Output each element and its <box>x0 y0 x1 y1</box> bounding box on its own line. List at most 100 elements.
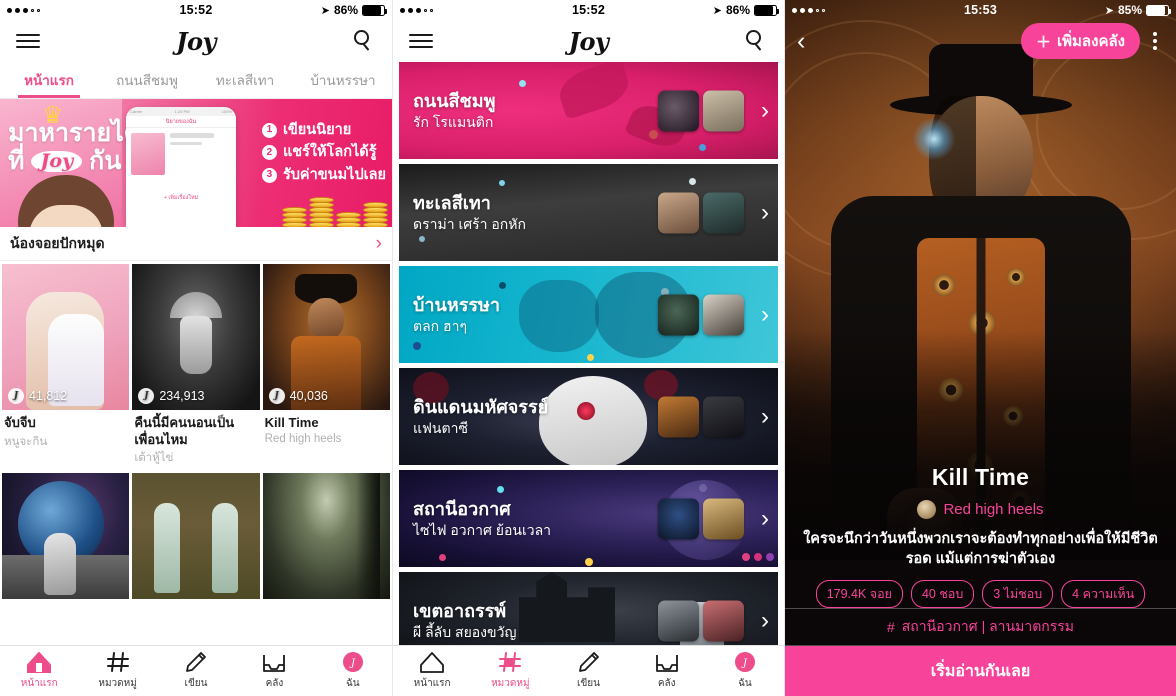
category-banner-gray-sea[interactable]: ทะเลสีเทา ดราม่า เศร้า อกหัก › <box>399 164 778 261</box>
stat-dislike: 3 ไม่ชอบ <box>982 580 1054 608</box>
search-icon[interactable] <box>746 30 768 52</box>
thumbnail <box>703 192 744 233</box>
bottom-nav-home[interactable]: หน้าแรก <box>393 646 471 696</box>
bottom-nav-profile[interactable]: J ฉัน <box>314 646 392 696</box>
bottom-nav-write[interactable]: เขียน <box>549 646 627 696</box>
battery-icon <box>362 4 387 16</box>
category-banner-pink-street[interactable]: ถนนสีชมพู รัก โรแมนติก › <box>399 62 778 159</box>
mockup-meta <box>170 133 214 175</box>
story-cover: J 234,913 <box>132 264 260 410</box>
category-text: บ้านหรรษา ตลก ฮาๆ <box>399 294 500 335</box>
category-thumbnails <box>658 90 744 131</box>
story-card[interactable] <box>132 473 260 600</box>
status-right: ➤ 85% <box>1104 3 1171 17</box>
tab-fun-house[interactable]: บ้านหรรษา <box>294 62 392 98</box>
hashtag-icon: # <box>886 619 895 635</box>
three-phone-screenshots: 15:52 ➤ 86% Joy หน้าแรก ถนนสีชมพู ทะเลสี… <box>0 0 1176 696</box>
story-author-row[interactable]: Red high heels <box>797 500 1164 519</box>
story-author: หนูจะกิน <box>4 435 48 448</box>
section-header-pinned[interactable]: น้องจอยปักหมุด › <box>0 227 392 261</box>
thumbnail <box>658 498 699 539</box>
bottom-nav-label: หมวดหมู่ <box>491 678 530 689</box>
story-cover <box>132 473 260 600</box>
category-thumbnails <box>658 498 744 539</box>
status-bar-1: 15:52 ➤ 86% <box>0 0 392 20</box>
mockup-thumb <box>131 133 165 175</box>
category-thumbnails <box>658 396 744 437</box>
screen-categories: 15:52 ➤ 86% Joy ถนนสีชมพู รัก โรแมนติก ›… <box>392 0 784 696</box>
chevron-left-icon[interactable]: ‹ <box>797 28 805 54</box>
stat-joy: 179.4K จอย <box>815 580 903 608</box>
tab-home[interactable]: หน้าแรก <box>0 62 98 98</box>
promo-brand-bubble: Joy <box>31 150 83 173</box>
category-banner-fantasy[interactable]: ดินแดนมหัศจรรย์ แฟนตาซี › <box>399 368 778 465</box>
step-number: 1 <box>261 122 277 138</box>
bottom-nav-categories[interactable]: หมวดหมู่ <box>471 646 549 696</box>
story-title: คืนนี้มีคนนอนเป็นเพื่อนไหม <box>134 415 235 447</box>
add-to-library-button[interactable]: ＋ เพิ่มลงคลัง <box>1021 23 1140 59</box>
mockup-battery: 100% <box>221 109 232 114</box>
chevron-right-icon[interactable]: › <box>761 506 769 531</box>
bottom-nav-2: หน้าแรก หมวดหมู่ เขียน คลัง J ฉัน <box>393 645 784 696</box>
category-text: สถานีอวกาศ ไซไฟ อวกาศ ย้อนเวลา <box>399 498 551 539</box>
bottom-nav-label: หน้าแรก <box>413 678 451 689</box>
category-thumbnails <box>658 600 744 641</box>
story-grid-row-2 <box>0 473 392 600</box>
profile-icon: J <box>734 651 756 673</box>
thumbnail <box>703 498 744 539</box>
joy-icon: J <box>8 388 24 404</box>
category-banner-space[interactable]: สถานีอวกาศ ไซไฟ อวกาศ ย้อนเวลา › <box>399 470 778 567</box>
screen-story-detail: 15:53 ➤ 85% ‹ ＋ เพิ่มลงคลัง Kill Time Re… <box>784 0 1176 696</box>
detail-top-bar: ‹ ＋ เพิ่มลงคลัง <box>785 20 1176 62</box>
bottom-nav-label: เขียน <box>184 678 208 689</box>
category-title: บ้านหรรษา <box>413 295 501 316</box>
battery-percent: 86% <box>333 3 358 17</box>
status-right: ➤ 86% <box>713 3 779 17</box>
chevron-right-icon[interactable]: › <box>761 98 769 123</box>
location-icon: ➤ <box>1104 4 1114 17</box>
chevron-right-icon[interactable]: › <box>761 404 769 429</box>
bottom-nav-write[interactable]: เขียน <box>157 646 235 696</box>
bottom-nav-label: เขียน <box>577 678 600 689</box>
bottom-nav-categories[interactable]: หมวดหมู่ <box>78 646 156 696</box>
story-card[interactable] <box>262 473 390 600</box>
bottom-nav-label: คลัง <box>265 678 284 689</box>
hashtag-icon <box>498 651 522 673</box>
story-tags[interactable]: # สถานีอวกาศ | ลานมาตกรรม <box>785 608 1176 646</box>
chevron-right-icon[interactable]: › <box>761 608 769 633</box>
chevron-right-icon[interactable]: › <box>761 302 769 327</box>
story-card[interactable] <box>2 473 130 600</box>
pencil-icon <box>577 651 601 673</box>
story-title: จับจีบ <box>4 415 36 430</box>
story-title: Kill Time <box>264 415 319 430</box>
start-reading-button[interactable]: เริ่มอ่านกันเลย <box>785 646 1176 696</box>
bottom-nav-library[interactable]: คลัง <box>235 646 313 696</box>
kebab-menu-icon[interactable] <box>1146 32 1164 50</box>
promo-banner[interactable]: ♛ มาหารายได้ ที่ Joy กัน Carrier 1:20 PM… <box>0 99 392 227</box>
view-count: J 40,036 <box>268 388 328 404</box>
search-icon[interactable] <box>354 30 376 52</box>
category-title: ทะเลสีเทา <box>413 193 491 214</box>
tab-gray-sea[interactable]: ทะเลสีเทา <box>196 62 294 98</box>
step-number: 2 <box>261 145 277 161</box>
promo-headline-line2-post: กัน <box>89 147 122 175</box>
category-banner-fun-house[interactable]: บ้านหรรษา ตลก ฮาๆ › <box>399 266 778 363</box>
bottom-nav-1: หน้าแรก หมวดหมู่ เขียน คลัง J ฉัน <box>0 645 392 696</box>
promo-headline-line2-pre: ที่ <box>8 147 25 175</box>
story-card[interactable]: J 41,812 จับจีบ หนูจะกิน <box>2 264 130 473</box>
story-card[interactable]: J 40,036 Kill Time Red high heels <box>262 264 390 473</box>
bottom-nav-profile[interactable]: J ฉัน <box>706 646 784 696</box>
category-subtitle: แฟนตาซี <box>413 419 468 436</box>
bottom-nav-home[interactable]: หน้าแรก <box>0 646 78 696</box>
bottom-nav-library[interactable]: คลัง <box>628 646 706 696</box>
tab-pink-street[interactable]: ถนนสีชมพู <box>98 62 196 98</box>
add-to-library-label: เพิ่มลงคลัง <box>1057 33 1125 50</box>
promo-headline-line1: มาหารายได้ <box>8 119 140 147</box>
chevron-right-icon[interactable]: › <box>376 234 382 253</box>
phone-mockup: Carrier 1:20 PM 100% นิยายของฉัน + เพิ่ม… <box>126 107 236 227</box>
category-banner-horror[interactable]: เขตอาถรรพ์ ผี ลี้ลับ สยองขวัญ › <box>399 572 778 645</box>
chevron-right-icon[interactable]: › <box>761 200 769 225</box>
promo-steps: 1 เขียนนิยาย 2 แชร์ให้โลกได้รู้ 3 รับค่าขนม… <box>261 119 386 186</box>
mockup-time: 1:20 PM <box>174 109 190 114</box>
story-card[interactable]: J 234,913 คืนนี้มีคนนอนเป็นเพื่อนไหม เต้า… <box>132 264 260 473</box>
